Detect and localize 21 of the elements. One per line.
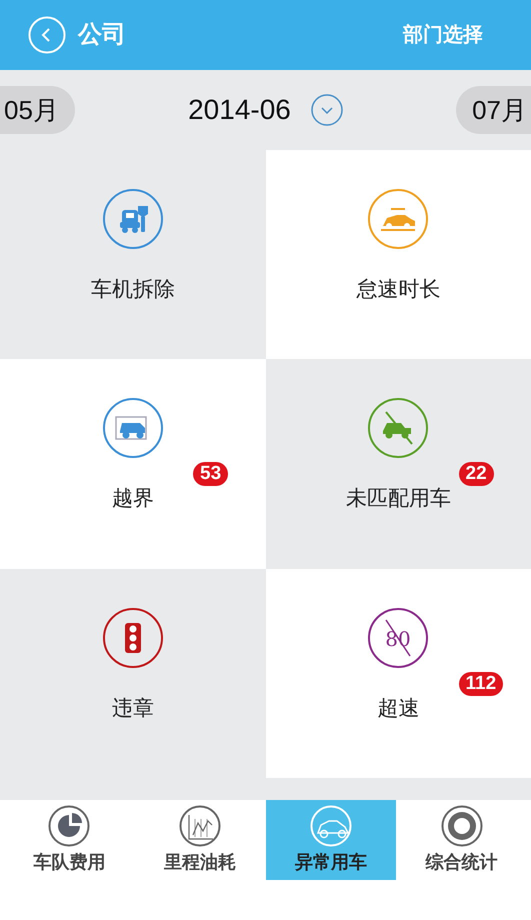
- line-chart-icon: [179, 804, 222, 846]
- pie-chart-icon: [48, 804, 90, 846]
- count-badge: 22: [458, 462, 494, 486]
- back-icon: [28, 16, 66, 54]
- category-label: 车机拆除: [90, 277, 175, 303]
- category-label: 未匹配用车: [346, 486, 451, 512]
- count-badge: 112: [458, 672, 504, 696]
- category-label: 超速: [377, 696, 420, 722]
- category-tile[interactable]: 越界 53: [0, 359, 266, 569]
- category-label: 违章: [112, 696, 154, 722]
- next-month-button[interactable]: 07月: [456, 86, 531, 134]
- ring-icon: [440, 804, 483, 846]
- car-icon: [310, 804, 352, 846]
- previous-month-button[interactable]: 05月: [0, 86, 75, 134]
- current-month: 2014-06: [188, 93, 291, 127]
- category-label: 怠速时长: [356, 277, 440, 303]
- category-tile[interactable]: 怠速时长: [266, 150, 531, 360]
- dropdown-icon[interactable]: [310, 94, 343, 126]
- tab[interactable]: 异常用车: [266, 800, 396, 880]
- category-label: 越界: [112, 486, 154, 512]
- count-badge: 53: [193, 462, 228, 486]
